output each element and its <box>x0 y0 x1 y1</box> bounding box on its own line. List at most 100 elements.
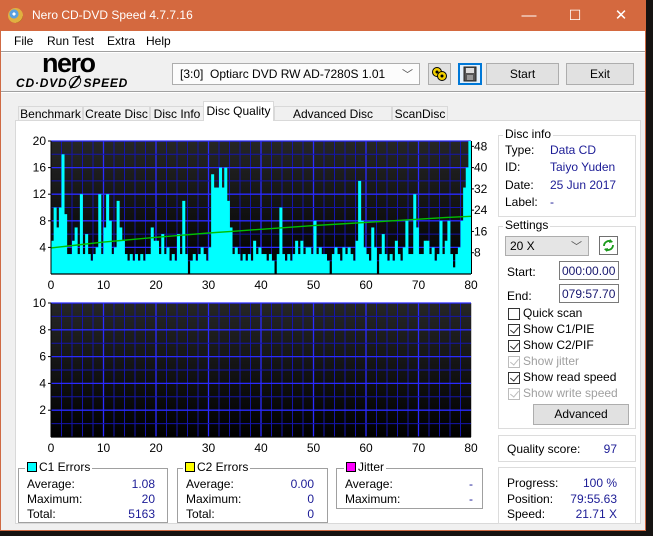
quick-scan-label[interactable]: Quick scan <box>523 307 582 320</box>
show-c2-pif-checkbox[interactable] <box>508 340 520 352</box>
c1-error-bar <box>450 254 454 274</box>
c1-error-bar <box>124 254 128 274</box>
c1-error-bar <box>108 220 112 274</box>
disc-label-label: Label: <box>505 195 538 209</box>
c1-error-bar <box>337 254 341 274</box>
c1-error-bar <box>93 254 97 274</box>
y-right-tick-label: 48 <box>474 139 488 153</box>
show-read-speed-label[interactable]: Show read speed <box>523 371 616 384</box>
jitter-average-value: - <box>469 477 473 491</box>
show-c1-pie-checkbox[interactable] <box>508 324 520 336</box>
c1-error-bar <box>447 220 451 274</box>
chevron-down-icon: ﹀ <box>571 241 582 253</box>
c1-error-bar <box>90 260 94 274</box>
refresh-speed-button[interactable] <box>599 236 618 255</box>
c1-error-bar <box>119 227 123 274</box>
y-left-tick-label: 10 <box>33 296 47 310</box>
c1-error-bar <box>195 260 199 274</box>
c1-error-bar <box>85 234 89 274</box>
c1-error-bar <box>463 187 467 274</box>
x-tick-label: 30 <box>202 441 216 455</box>
y-left-tick-label: 20 <box>33 134 47 148</box>
disc-date-value: 25 Jun 2017 <box>550 178 617 192</box>
show-c1-pie-label[interactable]: Show C1/PIE <box>523 323 594 336</box>
c1-error-bar <box>232 254 236 274</box>
c1-error-bar <box>442 254 446 274</box>
x-tick-label: 20 <box>149 441 163 455</box>
c1-error-bar <box>135 254 139 274</box>
c1-error-bar <box>148 254 152 274</box>
x-tick-label: 10 <box>97 278 111 292</box>
quick-scan-checkbox[interactable] <box>508 308 520 320</box>
c1-error-bar <box>179 254 183 274</box>
c1-error-bar <box>300 240 304 274</box>
exit-button[interactable]: Exit <box>566 63 634 85</box>
progress-label: Progress: <box>507 476 559 490</box>
c1-error-bar <box>297 254 301 274</box>
c1-error-bar <box>211 174 215 274</box>
minimize-button[interactable]: — <box>506 0 552 31</box>
x-tick-label: 70 <box>412 278 426 292</box>
close-button[interactable]: ✕ <box>598 0 644 31</box>
c1-error-bar <box>213 187 217 274</box>
c1-error-bar <box>200 247 204 274</box>
maximize-button[interactable]: ☐ <box>552 0 598 31</box>
speed-select[interactable]: 20 X ﹀ <box>505 236 589 256</box>
x-tick-label: 70 <box>412 441 426 455</box>
disc-type-label: Type: <box>505 143 535 157</box>
tab-disc-quality[interactable]: Disc Quality <box>203 101 274 121</box>
c1-error-bar <box>58 207 62 274</box>
y-left-tick-label: 6 <box>39 350 46 364</box>
c1-error-bar <box>366 254 370 274</box>
c1-error-bar <box>103 227 107 274</box>
disc-id-value: Taiyo Yuden <box>550 160 616 174</box>
jitter-title-text: Jitter <box>358 460 385 474</box>
c1-error-bar <box>429 254 433 274</box>
show-c2-pif-label[interactable]: Show C2/PIF <box>523 339 594 352</box>
c1-error-bar <box>371 227 375 274</box>
c1-error-bar <box>229 227 233 274</box>
c1-legend-swatch <box>27 462 37 472</box>
c1-error-bar <box>263 254 267 274</box>
c1-error-bar <box>413 194 417 274</box>
c2-average-label: Average: <box>186 477 234 491</box>
c1-error-bar <box>129 254 133 274</box>
c1-average-value: 1.08 <box>131 477 155 491</box>
x-tick-label: 80 <box>464 278 478 292</box>
c1-error-bar <box>116 200 120 274</box>
c1-error-bar <box>82 254 86 274</box>
c1-error-bar <box>331 254 335 274</box>
c1-error-bar <box>305 247 309 274</box>
c2-chart: 0 10 20 30 40 50 60 70 80 2 4 6 8 10 <box>33 296 478 455</box>
c1-error-bar <box>308 247 312 274</box>
x-tick-label: 0 <box>48 278 55 292</box>
c1-error-bar <box>205 260 209 274</box>
c1-errors-title: C1 Errors <box>25 461 93 474</box>
show-read-speed-checkbox[interactable] <box>508 372 520 384</box>
c1-error-bar <box>347 247 351 274</box>
end-time-input[interactable] <box>559 284 619 303</box>
c1-error-bar <box>439 220 443 274</box>
quality-score-label: Quality score: <box>507 442 581 456</box>
c1-error-bar <box>282 254 286 274</box>
jitter-maximum-value: - <box>469 492 473 506</box>
disc-type-value: Data CD <box>550 143 597 157</box>
c1-error-bar <box>318 247 322 274</box>
start-time-input[interactable] <box>559 261 619 280</box>
c1-error-bar <box>158 254 162 274</box>
c1-error-bar <box>258 247 262 274</box>
c1-error-bar <box>145 254 149 274</box>
c1-error-bar <box>287 254 291 274</box>
y-left-tick-label: 8 <box>39 214 46 228</box>
y-left-tick-label: 2 <box>39 403 46 417</box>
c1-error-bar <box>53 207 57 274</box>
charts-canvas: 0 10 20 30 40 50 60 70 8048121620816243240480 10 2… <box>33 134 488 455</box>
c1-error-bar <box>100 254 104 274</box>
advanced-button[interactable]: Advanced <box>533 404 629 425</box>
c1-error-bar <box>360 220 364 274</box>
c2-maximum-value: 0 <box>307 492 314 506</box>
speed-label: Speed: <box>507 507 546 521</box>
progress-value: 100 % <box>582 476 617 490</box>
c1-error-bar <box>221 187 225 274</box>
c1-error-bar <box>350 254 354 274</box>
